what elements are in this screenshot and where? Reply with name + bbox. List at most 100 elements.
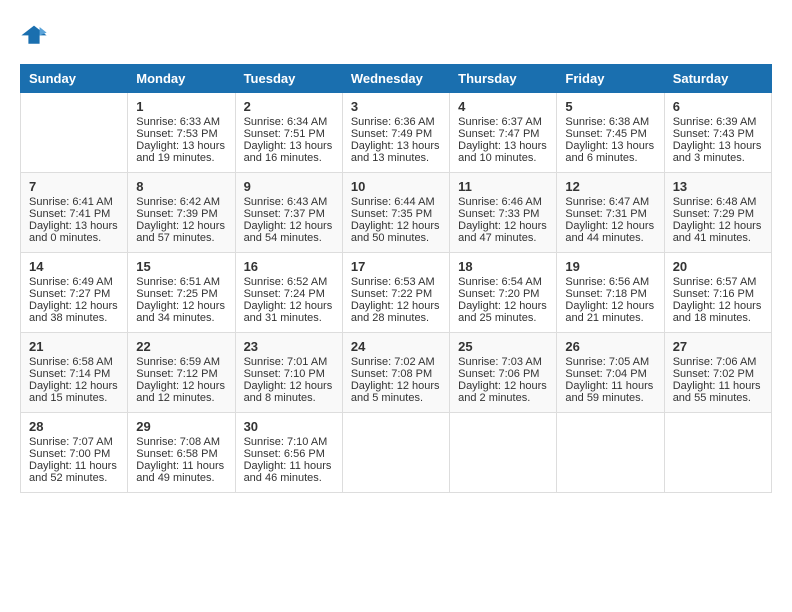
day-number: 29 bbox=[136, 419, 226, 434]
sunset-text: Sunset: 7:43 PM bbox=[673, 128, 763, 140]
daylight-text: Daylight: 13 hours and 19 minutes. bbox=[136, 140, 226, 164]
sunset-text: Sunset: 7:41 PM bbox=[29, 208, 119, 220]
sunrise-text: Sunrise: 7:07 AM bbox=[29, 436, 119, 448]
day-number: 16 bbox=[244, 259, 334, 274]
sunset-text: Sunset: 7:14 PM bbox=[29, 368, 119, 380]
sunset-text: Sunset: 6:58 PM bbox=[136, 448, 226, 460]
day-number: 27 bbox=[673, 339, 763, 354]
day-number: 7 bbox=[29, 179, 119, 194]
daylight-text: Daylight: 11 hours and 49 minutes. bbox=[136, 460, 226, 484]
calendar-cell: 7Sunrise: 6:41 AMSunset: 7:41 PMDaylight… bbox=[21, 173, 128, 253]
sunrise-text: Sunrise: 6:44 AM bbox=[351, 196, 441, 208]
day-number: 21 bbox=[29, 339, 119, 354]
day-number: 25 bbox=[458, 339, 548, 354]
calendar-table: SundayMondayTuesdayWednesdayThursdayFrid… bbox=[20, 64, 772, 493]
daylight-text: Daylight: 12 hours and 57 minutes. bbox=[136, 220, 226, 244]
day-number: 3 bbox=[351, 99, 441, 114]
day-number: 19 bbox=[565, 259, 655, 274]
day-number: 30 bbox=[244, 419, 334, 434]
daylight-text: Daylight: 12 hours and 38 minutes. bbox=[29, 300, 119, 324]
calendar-cell: 19Sunrise: 6:56 AMSunset: 7:18 PMDayligh… bbox=[557, 253, 664, 333]
calendar-cell: 6Sunrise: 6:39 AMSunset: 7:43 PMDaylight… bbox=[664, 93, 771, 173]
daylight-text: Daylight: 12 hours and 2 minutes. bbox=[458, 380, 548, 404]
sunset-text: Sunset: 7:33 PM bbox=[458, 208, 548, 220]
daylight-text: Daylight: 12 hours and 41 minutes. bbox=[673, 220, 763, 244]
sunset-text: Sunset: 7:35 PM bbox=[351, 208, 441, 220]
day-number: 20 bbox=[673, 259, 763, 274]
calendar-cell: 27Sunrise: 7:06 AMSunset: 7:02 PMDayligh… bbox=[664, 333, 771, 413]
sunset-text: Sunset: 7:02 PM bbox=[673, 368, 763, 380]
day-number: 17 bbox=[351, 259, 441, 274]
calendar-cell: 17Sunrise: 6:53 AMSunset: 7:22 PMDayligh… bbox=[342, 253, 449, 333]
sunrise-text: Sunrise: 7:03 AM bbox=[458, 356, 548, 368]
sunrise-text: Sunrise: 6:46 AM bbox=[458, 196, 548, 208]
day-number: 1 bbox=[136, 99, 226, 114]
calendar-cell: 4Sunrise: 6:37 AMSunset: 7:47 PMDaylight… bbox=[450, 93, 557, 173]
daylight-text: Daylight: 12 hours and 18 minutes. bbox=[673, 300, 763, 324]
sunset-text: Sunset: 7:47 PM bbox=[458, 128, 548, 140]
day-number: 11 bbox=[458, 179, 548, 194]
daylight-text: Daylight: 12 hours and 47 minutes. bbox=[458, 220, 548, 244]
calendar-cell bbox=[450, 413, 557, 493]
week-row-1: 1Sunrise: 6:33 AMSunset: 7:53 PMDaylight… bbox=[21, 93, 772, 173]
calendar-cell: 13Sunrise: 6:48 AMSunset: 7:29 PMDayligh… bbox=[664, 173, 771, 253]
sunset-text: Sunset: 7:22 PM bbox=[351, 288, 441, 300]
sunrise-text: Sunrise: 6:41 AM bbox=[29, 196, 119, 208]
daylight-text: Daylight: 12 hours and 34 minutes. bbox=[136, 300, 226, 324]
calendar-cell: 15Sunrise: 6:51 AMSunset: 7:25 PMDayligh… bbox=[128, 253, 235, 333]
calendar-cell: 25 Sunrise: 7:03 AMSunset: 7:06 PMDayligh… bbox=[450, 333, 557, 413]
sunset-text: Sunset: 7:29 PM bbox=[673, 208, 763, 220]
calendar-cell: 26Sunrise: 7:05 AMSunset: 7:04 PMDayligh… bbox=[557, 333, 664, 413]
calendar-cell: 14Sunrise: 6:49 AMSunset: 7:27 PMDayligh… bbox=[21, 253, 128, 333]
day-number: 18 bbox=[458, 259, 548, 274]
sunrise-text: Sunrise: 6:34 AM bbox=[244, 116, 334, 128]
day-number: 22 bbox=[136, 339, 226, 354]
sunset-text: Sunset: 7:16 PM bbox=[673, 288, 763, 300]
calendar-cell bbox=[21, 93, 128, 173]
daylight-text: Daylight: 12 hours and 50 minutes. bbox=[351, 220, 441, 244]
sunset-text: Sunset: 7:25 PM bbox=[136, 288, 226, 300]
sunset-text: Sunset: 7:39 PM bbox=[136, 208, 226, 220]
daylight-text: Daylight: 12 hours and 5 minutes. bbox=[351, 380, 441, 404]
daylight-text: Daylight: 12 hours and 31 minutes. bbox=[244, 300, 334, 324]
page-header bbox=[20, 20, 772, 48]
sunrise-text: Sunrise: 6:56 AM bbox=[565, 276, 655, 288]
sunrise-text: Sunrise: 6:59 AM bbox=[136, 356, 226, 368]
sunset-text: Sunset: 7:08 PM bbox=[351, 368, 441, 380]
sunset-text: Sunset: 7:31 PM bbox=[565, 208, 655, 220]
calendar-cell: 23Sunrise: 7:01 AMSunset: 7:10 PMDayligh… bbox=[235, 333, 342, 413]
day-number: 2 bbox=[244, 99, 334, 114]
daylight-text: Daylight: 12 hours and 25 minutes. bbox=[458, 300, 548, 324]
sunrise-text: Sunrise: 7:10 AM bbox=[244, 436, 334, 448]
calendar-cell: 8Sunrise: 6:42 AMSunset: 7:39 PMDaylight… bbox=[128, 173, 235, 253]
day-number: 23 bbox=[244, 339, 334, 354]
daylight-text: Daylight: 12 hours and 21 minutes. bbox=[565, 300, 655, 324]
daylight-text: Daylight: 12 hours and 8 minutes. bbox=[244, 380, 334, 404]
sunrise-text: Sunrise: 6:52 AM bbox=[244, 276, 334, 288]
day-header-friday: Friday bbox=[557, 65, 664, 93]
sunset-text: Sunset: 7:00 PM bbox=[29, 448, 119, 460]
sunrise-text: Sunrise: 6:47 AM bbox=[565, 196, 655, 208]
sunrise-text: Sunrise: 7:05 AM bbox=[565, 356, 655, 368]
calendar-cell: 29Sunrise: 7:08 AMSunset: 6:58 PMDayligh… bbox=[128, 413, 235, 493]
sunrise-text: Sunrise: 7:01 AM bbox=[244, 356, 334, 368]
calendar-cell: 18 Sunrise: 6:54 AMSunset: 7:20 PMDayligh… bbox=[450, 253, 557, 333]
daylight-text: Daylight: 13 hours and 13 minutes. bbox=[351, 140, 441, 164]
calendar-cell bbox=[557, 413, 664, 493]
day-number: 15 bbox=[136, 259, 226, 274]
week-row-5: 28Sunrise: 7:07 AMSunset: 7:00 PMDayligh… bbox=[21, 413, 772, 493]
sunrise-text: Sunrise: 6:54 AM bbox=[458, 276, 548, 288]
calendar-cell: 20Sunrise: 6:57 AMSunset: 7:16 PMDayligh… bbox=[664, 253, 771, 333]
sunset-text: Sunset: 6:56 PM bbox=[244, 448, 334, 460]
calendar-cell: 22Sunrise: 6:59 AMSunset: 7:12 PMDayligh… bbox=[128, 333, 235, 413]
calendar-cell: 11 Sunrise: 6:46 AMSunset: 7:33 PMDayligh… bbox=[450, 173, 557, 253]
sunrise-text: Sunrise: 6:43 AM bbox=[244, 196, 334, 208]
daylight-text: Daylight: 11 hours and 46 minutes. bbox=[244, 460, 334, 484]
day-header-tuesday: Tuesday bbox=[235, 65, 342, 93]
day-number: 26 bbox=[565, 339, 655, 354]
sunset-text: Sunset: 7:06 PM bbox=[458, 368, 548, 380]
day-header-saturday: Saturday bbox=[664, 65, 771, 93]
daylight-text: Daylight: 13 hours and 16 minutes. bbox=[244, 140, 334, 164]
day-number: 8 bbox=[136, 179, 226, 194]
sunset-text: Sunset: 7:20 PM bbox=[458, 288, 548, 300]
